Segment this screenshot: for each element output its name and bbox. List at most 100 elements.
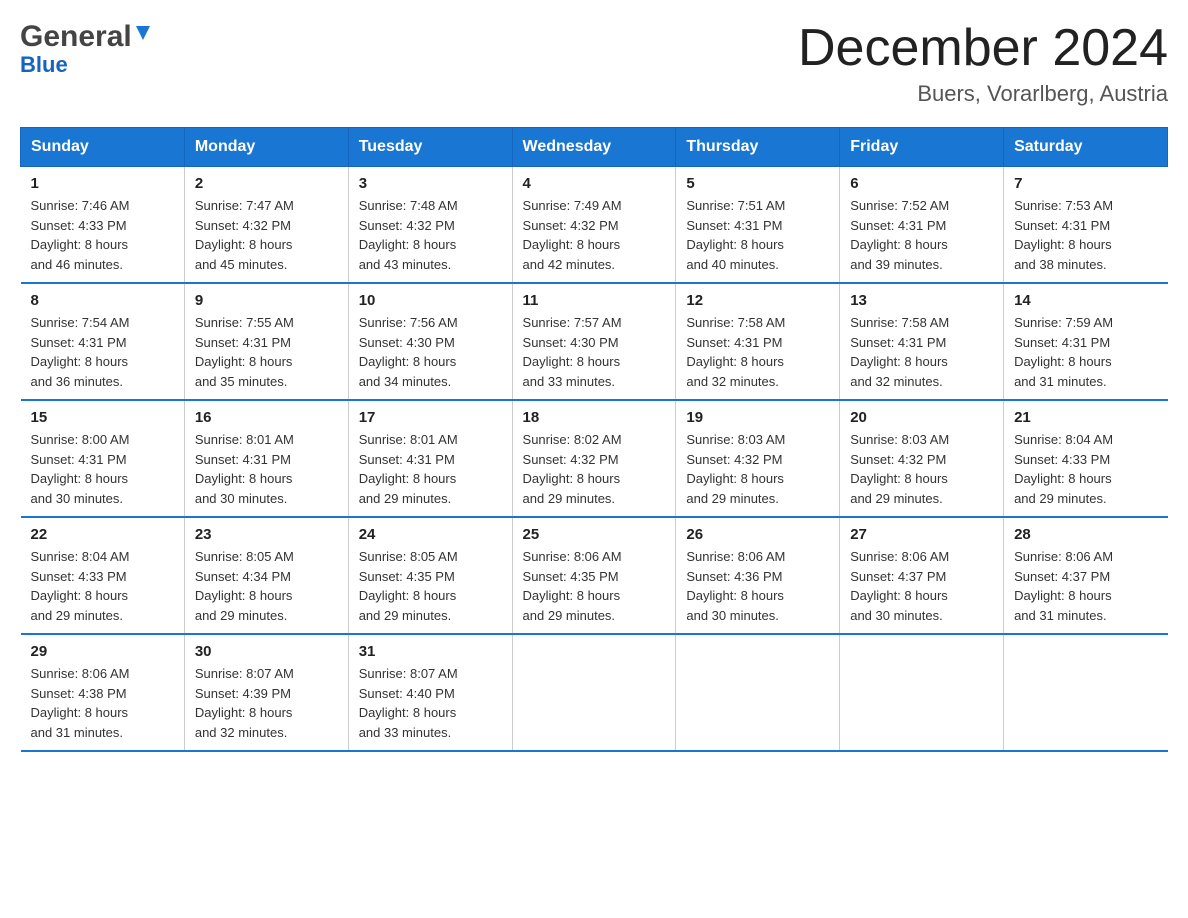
day-number: 23	[195, 526, 338, 543]
logo-blue-text: Blue	[20, 52, 68, 78]
calendar-day-cell: 8 Sunrise: 7:54 AMSunset: 4:31 PMDaylight…	[21, 283, 185, 400]
day-number: 17	[359, 409, 502, 426]
day-info: Sunrise: 7:59 AMSunset: 4:31 PMDaylight:…	[1014, 313, 1157, 391]
day-info: Sunrise: 8:06 AMSunset: 4:36 PMDaylight:…	[686, 547, 829, 625]
calendar-day-cell: 26 Sunrise: 8:06 AMSunset: 4:36 PMDayligh…	[676, 517, 840, 634]
day-info: Sunrise: 8:03 AMSunset: 4:32 PMDaylight:…	[850, 430, 993, 508]
day-number: 14	[1014, 292, 1157, 309]
day-number: 11	[523, 292, 666, 309]
location-title: Buers, Vorarlberg, Austria	[798, 81, 1168, 107]
day-number: 29	[31, 643, 174, 660]
title-block: December 2024 Buers, Vorarlberg, Austria	[798, 20, 1168, 107]
calendar-day-cell: 1 Sunrise: 7:46 AMSunset: 4:33 PMDaylight…	[21, 167, 185, 284]
day-info: Sunrise: 7:58 AMSunset: 4:31 PMDaylight:…	[686, 313, 829, 391]
day-info: Sunrise: 8:03 AMSunset: 4:32 PMDaylight:…	[686, 430, 829, 508]
day-info: Sunrise: 7:52 AMSunset: 4:31 PMDaylight:…	[850, 196, 993, 274]
col-monday: Monday	[184, 128, 348, 167]
calendar-day-cell: 30Sunrise: 8:07 AMSunset: 4:39 PMDayligh…	[184, 634, 348, 751]
calendar-day-cell: 7 Sunrise: 7:53 AMSunset: 4:31 PMDaylight…	[1004, 167, 1168, 284]
page-header: General Blue December 2024 Buers, Vorarl…	[20, 20, 1168, 107]
day-number: 24	[359, 526, 502, 543]
logo-arrow-icon	[132, 22, 154, 49]
day-number: 21	[1014, 409, 1157, 426]
logo-general-text: General	[20, 20, 132, 54]
day-number: 22	[31, 526, 174, 543]
day-number: 3	[359, 175, 502, 192]
calendar-day-cell: 22Sunrise: 8:04 AMSunset: 4:33 PMDayligh…	[21, 517, 185, 634]
calendar-day-cell: 15Sunrise: 8:00 AMSunset: 4:31 PMDayligh…	[21, 400, 185, 517]
calendar-week-row: 1 Sunrise: 7:46 AMSunset: 4:33 PMDaylight…	[21, 167, 1168, 284]
day-number: 20	[850, 409, 993, 426]
day-number: 31	[359, 643, 502, 660]
calendar-body: 1 Sunrise: 7:46 AMSunset: 4:33 PMDaylight…	[21, 167, 1168, 752]
day-number: 16	[195, 409, 338, 426]
calendar-day-cell: 4 Sunrise: 7:49 AMSunset: 4:32 PMDaylight…	[512, 167, 676, 284]
calendar-day-cell: 18 Sunrise: 8:02 AMSunset: 4:32 PMDayligh…	[512, 400, 676, 517]
calendar-week-row: 15Sunrise: 8:00 AMSunset: 4:31 PMDayligh…	[21, 400, 1168, 517]
day-number: 30	[195, 643, 338, 660]
day-info: Sunrise: 7:47 AMSunset: 4:32 PMDaylight:…	[195, 196, 338, 274]
day-number: 10	[359, 292, 502, 309]
day-number: 19	[686, 409, 829, 426]
calendar-day-cell: 2 Sunrise: 7:47 AMSunset: 4:32 PMDaylight…	[184, 167, 348, 284]
day-number: 1	[31, 175, 174, 192]
day-info: Sunrise: 7:58 AMSunset: 4:31 PMDaylight:…	[850, 313, 993, 391]
calendar-week-row: 29 Sunrise: 8:06 AMSunset: 4:38 PMDayligh…	[21, 634, 1168, 751]
calendar-day-cell: 3Sunrise: 7:48 AMSunset: 4:32 PMDaylight…	[348, 167, 512, 284]
day-number: 28	[1014, 526, 1157, 543]
calendar-day-cell: 25Sunrise: 8:06 AMSunset: 4:35 PMDayligh…	[512, 517, 676, 634]
calendar-week-row: 8 Sunrise: 7:54 AMSunset: 4:31 PMDaylight…	[21, 283, 1168, 400]
calendar-day-cell: 17 Sunrise: 8:01 AMSunset: 4:31 PMDayligh…	[348, 400, 512, 517]
calendar-day-cell: 21 Sunrise: 8:04 AMSunset: 4:33 PMDayligh…	[1004, 400, 1168, 517]
day-info: Sunrise: 8:05 AMSunset: 4:34 PMDaylight:…	[195, 547, 338, 625]
calendar-day-cell: 23 Sunrise: 8:05 AMSunset: 4:34 PMDayligh…	[184, 517, 348, 634]
calendar-day-cell: 5Sunrise: 7:51 AMSunset: 4:31 PMDaylight…	[676, 167, 840, 284]
calendar-day-cell	[512, 634, 676, 751]
calendar-day-cell: 28Sunrise: 8:06 AMSunset: 4:37 PMDayligh…	[1004, 517, 1168, 634]
day-info: Sunrise: 7:53 AMSunset: 4:31 PMDaylight:…	[1014, 196, 1157, 274]
day-number: 12	[686, 292, 829, 309]
col-thursday: Thursday	[676, 128, 840, 167]
day-info: Sunrise: 8:02 AMSunset: 4:32 PMDaylight:…	[523, 430, 666, 508]
day-number: 2	[195, 175, 338, 192]
day-info: Sunrise: 7:56 AMSunset: 4:30 PMDaylight:…	[359, 313, 502, 391]
calendar-day-cell	[676, 634, 840, 751]
day-info: Sunrise: 8:01 AMSunset: 4:31 PMDaylight:…	[359, 430, 502, 508]
calendar-day-cell: 13 Sunrise: 7:58 AMSunset: 4:31 PMDayligh…	[840, 283, 1004, 400]
col-wednesday: Wednesday	[512, 128, 676, 167]
day-number: 26	[686, 526, 829, 543]
day-info: Sunrise: 7:46 AMSunset: 4:33 PMDaylight:…	[31, 196, 174, 274]
col-saturday: Saturday	[1004, 128, 1168, 167]
calendar-day-cell: 29 Sunrise: 8:06 AMSunset: 4:38 PMDayligh…	[21, 634, 185, 751]
col-sunday: Sunday	[21, 128, 185, 167]
calendar-header: Sunday Monday Tuesday Wednesday Thursday…	[21, 128, 1168, 167]
day-number: 13	[850, 292, 993, 309]
calendar-day-cell: 6 Sunrise: 7:52 AMSunset: 4:31 PMDaylight…	[840, 167, 1004, 284]
day-info: Sunrise: 8:06 AMSunset: 4:37 PMDaylight:…	[850, 547, 993, 625]
calendar-day-cell: 19 Sunrise: 8:03 AMSunset: 4:32 PMDayligh…	[676, 400, 840, 517]
day-number: 18	[523, 409, 666, 426]
month-title: December 2024	[798, 20, 1168, 77]
calendar-week-row: 22Sunrise: 8:04 AMSunset: 4:33 PMDayligh…	[21, 517, 1168, 634]
day-number: 5	[686, 175, 829, 192]
day-info: Sunrise: 8:01 AMSunset: 4:31 PMDaylight:…	[195, 430, 338, 508]
calendar-day-cell: 12 Sunrise: 7:58 AMSunset: 4:31 PMDayligh…	[676, 283, 840, 400]
day-info: Sunrise: 7:54 AMSunset: 4:31 PMDaylight:…	[31, 313, 174, 391]
day-number: 7	[1014, 175, 1157, 192]
calendar-table: Sunday Monday Tuesday Wednesday Thursday…	[20, 127, 1168, 752]
calendar-day-cell	[840, 634, 1004, 751]
day-info: Sunrise: 8:06 AMSunset: 4:38 PMDaylight:…	[31, 664, 174, 742]
day-info: Sunrise: 8:07 AMSunset: 4:40 PMDaylight:…	[359, 664, 502, 742]
col-tuesday: Tuesday	[348, 128, 512, 167]
day-info: Sunrise: 8:00 AMSunset: 4:31 PMDaylight:…	[31, 430, 174, 508]
day-info: Sunrise: 8:06 AMSunset: 4:35 PMDaylight:…	[523, 547, 666, 625]
day-number: 27	[850, 526, 993, 543]
calendar-day-cell: 11Sunrise: 7:57 AMSunset: 4:30 PMDayligh…	[512, 283, 676, 400]
day-number: 6	[850, 175, 993, 192]
day-info: Sunrise: 7:49 AMSunset: 4:32 PMDaylight:…	[523, 196, 666, 274]
day-info: Sunrise: 7:55 AMSunset: 4:31 PMDaylight:…	[195, 313, 338, 391]
day-info: Sunrise: 8:04 AMSunset: 4:33 PMDaylight:…	[1014, 430, 1157, 508]
calendar-day-cell: 14 Sunrise: 7:59 AMSunset: 4:31 PMDayligh…	[1004, 283, 1168, 400]
day-number: 8	[31, 292, 174, 309]
day-number: 4	[523, 175, 666, 192]
